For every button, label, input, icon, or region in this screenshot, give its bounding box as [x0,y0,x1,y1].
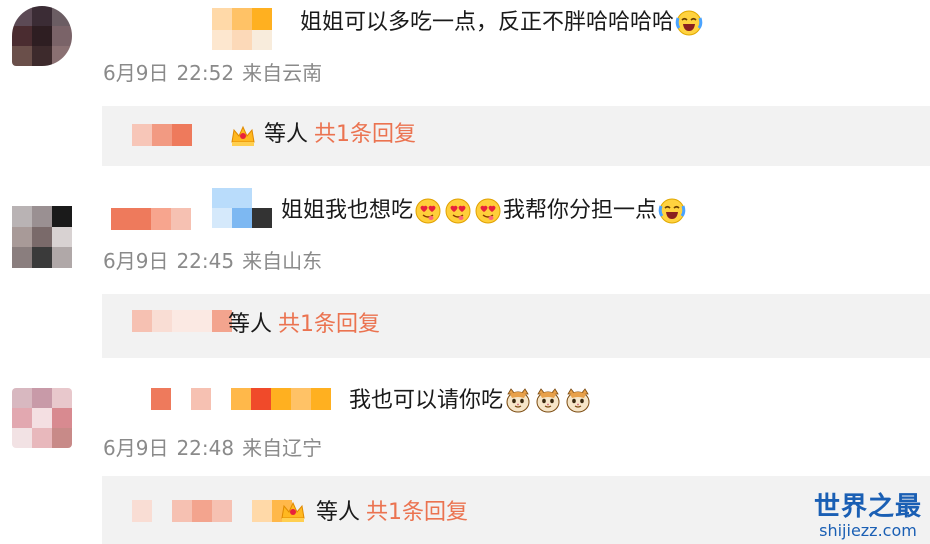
laugh-cry-emoji [675,9,703,37]
comment-item: 姐姐可以多吃一点，反正不胖哈哈哈哈 6月9日 22:52 来自云南 等人 共1条回复 [0,0,930,180]
reply-summary-box[interactable]: 等人 共1条回复 [102,476,930,544]
avatar[interactable] [12,388,72,448]
badge-icon [278,496,308,526]
site-watermark: 世界之最 shijiezz.com [814,492,922,540]
comment-text: 姐姐我也想吃 我帮你分担一点 [281,196,687,226]
comment-date: 6月9日 [103,249,169,273]
reply-summary-box[interactable]: 等人 共1条回复 [102,106,930,166]
cat-face-emoji [504,387,532,415]
comment-time: 22:48 [176,436,235,460]
heart-eyes-drool-emoji [474,197,502,225]
comment-text: 我也可以请你吃 [349,386,593,416]
reply-people-label: 等人 [316,500,361,525]
reply-usernames-censored [132,310,232,332]
reply-people-label: 等人 [228,312,273,337]
username-censored[interactable] [212,8,272,30]
comment-date: 6月9日 [103,61,169,85]
user-badge-censored-lower [212,208,272,228]
heart-eyes-drool-emoji [444,197,472,225]
comment-location: 来自辽宁 [242,436,323,460]
reply-count-link[interactable]: 共1条回复 [278,312,380,337]
comment-item: 姐姐我也想吃 我帮你分担一点 6月9日 22:45 来自山东 等人 共1条回复 [0,180,930,360]
laugh-cry-emoji [658,197,686,225]
comment-meta: 6月9日 22:45 来自山东 [103,245,330,274]
comment-meta: 6月9日 22:48 来自辽宁 [103,432,330,461]
comment-time: 22:52 [176,61,235,85]
reply-people-label: 等人 [264,122,309,147]
comment-date: 6月9日 [103,436,169,460]
reply-usernames-censored [132,124,192,146]
comment-text: 姐姐可以多吃一点，反正不胖哈哈哈哈 [300,8,704,38]
watermark-url: shijiezz.com [819,521,917,540]
comment-meta: 6月9日 22:52 来自云南 [103,57,330,86]
reply-count-link[interactable]: 共1条回复 [314,122,416,147]
comment-item: 我也可以请你吃 6月9日 22:48 来自辽宁 等人 共1条回复 [0,370,930,544]
comment-time: 22:45 [176,249,235,273]
avatar[interactable] [12,6,72,66]
reply-count-link[interactable]: 共1条回复 [366,500,468,525]
heart-eyes-drool-emoji [414,197,442,225]
cat-face-emoji [564,387,592,415]
avatar[interactable] [12,206,72,268]
username-censored-lower [212,30,272,50]
comment-location: 来自云南 [242,61,323,85]
badge-icon [228,120,258,150]
cat-face-emoji [534,387,562,415]
username-censored[interactable] [111,208,191,230]
username-censored[interactable] [151,388,331,410]
watermark-title: 世界之最 [813,492,922,522]
user-badge-censored [212,188,252,208]
comment-location: 来自山东 [242,249,323,273]
reply-summary-box[interactable]: 等人 共1条回复 [102,294,930,358]
reply-usernames-censored [132,500,292,522]
